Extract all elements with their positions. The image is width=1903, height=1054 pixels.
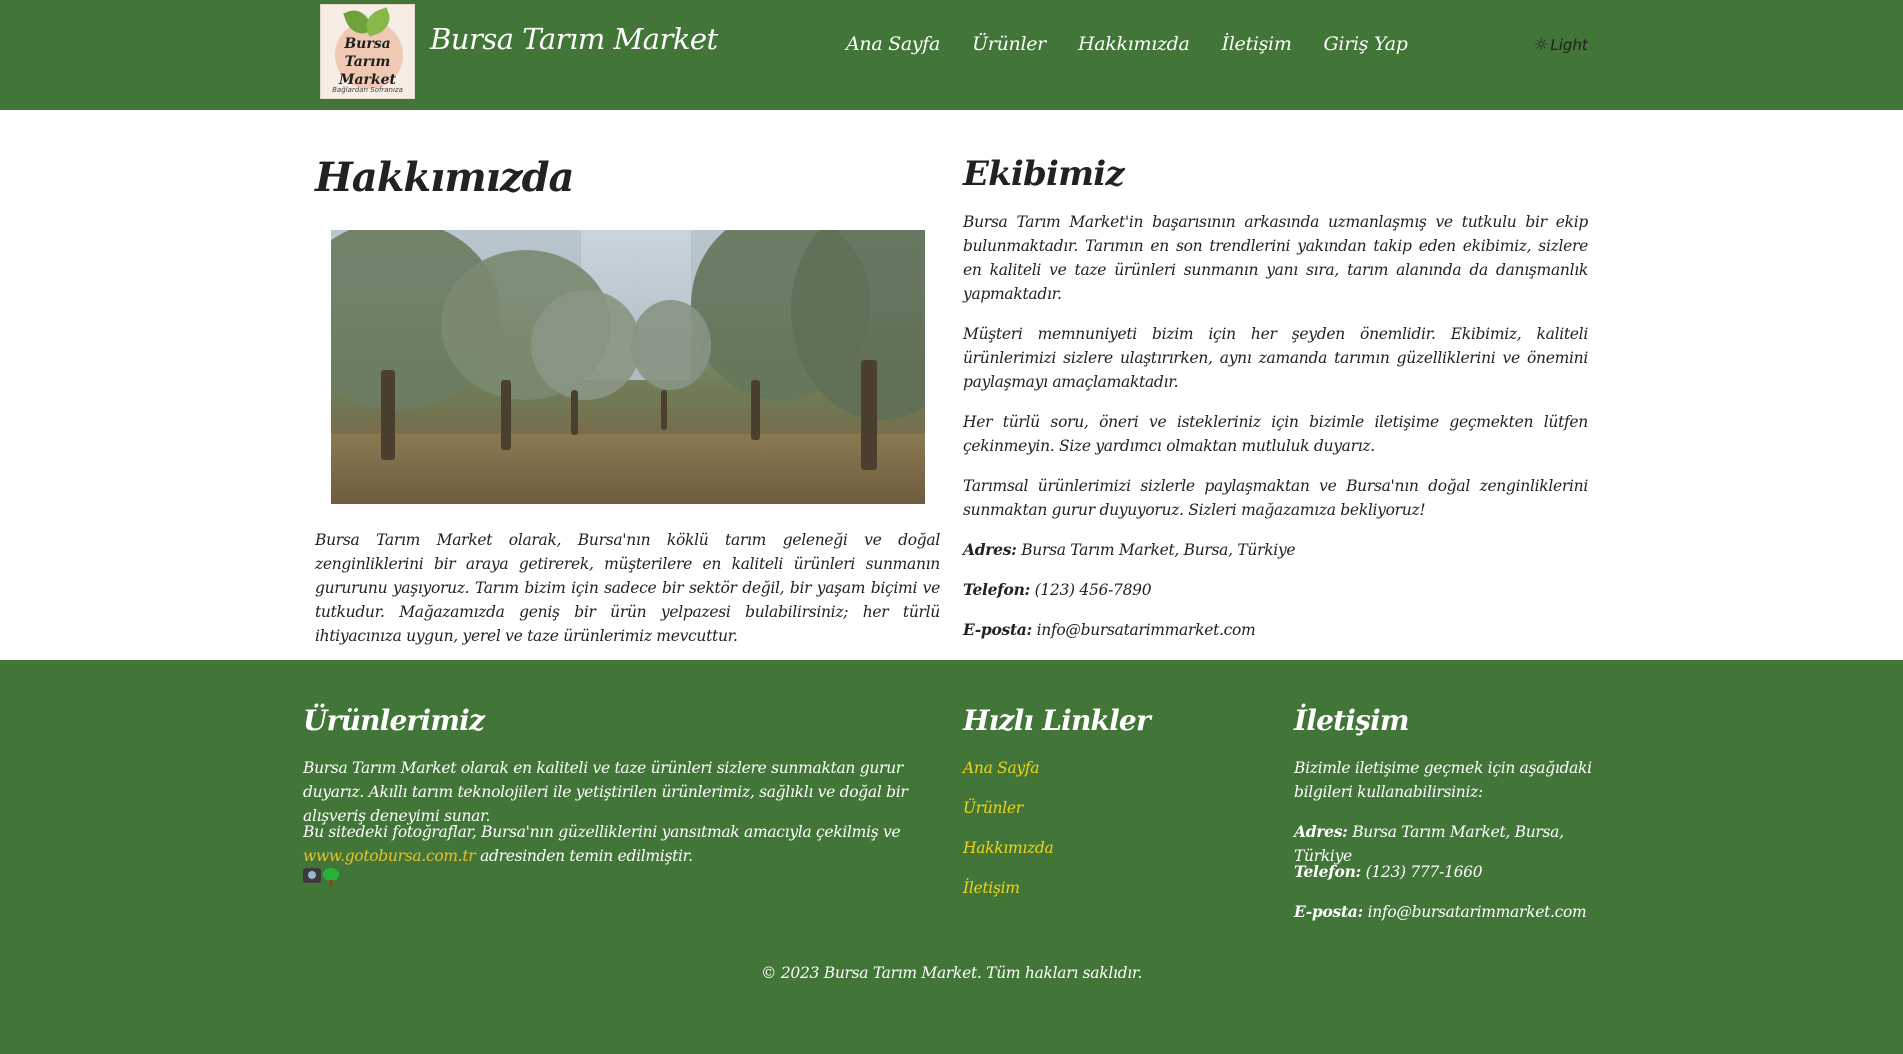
footer-products-title: Ürünlerimiz: [303, 704, 485, 737]
copyright-text: © 2023 Bursa Tarım Market. Tüm hakları s…: [761, 964, 1142, 982]
email-value: info@bursatarimmarket.com: [1036, 621, 1256, 639]
footer-quicklinks-title: Hızlı Linkler: [963, 704, 1151, 737]
footer-phone-label: Telefon:: [1294, 862, 1361, 881]
footer-products-text: Bursa Tarım Market olarak en kaliteli ve…: [303, 759, 908, 825]
team-section: Bursa Tarım Market'in başarısının arkası…: [963, 210, 1588, 658]
phone-label: Telefon:: [963, 580, 1030, 599]
photo-ground: [331, 434, 925, 504]
footer-quicklinks: Ana Sayfa Ürünler Hakkımızda İletişim: [963, 756, 1054, 900]
footer-email-label: E-posta:: [1294, 902, 1363, 921]
main-nav: Ana Sayfa Ürünler Hakkımızda İletişim Gi…: [846, 33, 1408, 55]
footer-emoji-row: [303, 868, 339, 886]
photo-trunk: [381, 370, 395, 460]
photo-trunk: [751, 380, 760, 440]
footer-email-value: info@bursatarimmarket.com: [1367, 903, 1587, 921]
camera-icon: [303, 868, 321, 883]
footer-address-label: Adres:: [1294, 822, 1348, 841]
tree-icon: [323, 868, 339, 886]
nav-login[interactable]: Giriş Yap: [1324, 33, 1408, 55]
team-title: Ekibimiz: [963, 154, 1125, 194]
footer-link-contact[interactable]: İletişim: [963, 876, 1054, 900]
address-label: Adres:: [963, 540, 1017, 559]
team-paragraph: Bursa Tarım Market'in başarısının arkası…: [963, 213, 1588, 303]
nav-about[interactable]: Hakkımızda: [1078, 33, 1190, 55]
site-logo[interactable]: Bursa Tarım Market Bağlardan Sofranıza: [320, 4, 415, 99]
footer-photo-note: Bu sitedeki fotoğraflar, Bursa'nın güzel…: [303, 820, 933, 868]
about-title: Hakkımızda: [315, 154, 574, 201]
photo-trunk: [501, 380, 511, 450]
footer-contact-email: E-posta: info@bursatarimmarket.com: [1294, 900, 1614, 924]
nav-home[interactable]: Ana Sayfa: [846, 33, 940, 55]
team-paragraph: Her türlü soru, öneri ve istekleriniz iç…: [963, 413, 1588, 455]
logo-text: Bursa Tarım Market: [323, 35, 412, 89]
team-paragraph: Tarımsal ürünlerimizi sizlerle paylaşmak…: [963, 477, 1588, 519]
site-title[interactable]: Bursa Tarım Market: [430, 22, 718, 56]
photo-trunk: [661, 390, 667, 430]
footer-phone-value: (123) 777-1660: [1365, 863, 1483, 881]
team-phone: Telefon: (123) 456-7890: [963, 578, 1588, 602]
gotobursa-link[interactable]: www.gotobursa.com.tr: [303, 847, 476, 865]
photo-note-before: Bu sitedeki fotoğraflar, Bursa'nın güzel…: [303, 823, 901, 841]
theme-toggle-button[interactable]: ☼ Light: [1534, 35, 1588, 54]
site-footer: Ürünlerimiz Bursa Tarım Market olarak en…: [0, 660, 1903, 1054]
main-content: Hakkımızda Bursa Tarım Market olarak, Bu…: [0, 110, 1903, 660]
footer-contact-title: İletişim: [1294, 704, 1410, 737]
footer-link-products[interactable]: Ürünler: [963, 796, 1054, 820]
olive-grove-photo: [331, 230, 925, 504]
phone-value: (123) 456-7890: [1034, 581, 1152, 599]
team-address: Adres: Bursa Tarım Market, Bursa, Türkiy…: [963, 538, 1588, 562]
sun-icon: ☼: [1534, 35, 1549, 54]
photo-tree: [531, 290, 641, 400]
photo-trunk: [571, 390, 578, 435]
footer-link-about[interactable]: Hakkımızda: [963, 836, 1054, 860]
footer-contact-intro: Bizimle iletişime geçmek için aşağıdaki …: [1294, 759, 1592, 801]
team-email: E-posta: info@bursatarimmarket.com: [963, 618, 1588, 642]
logo-line-1: Bursa Tarım: [344, 36, 391, 70]
team-paragraph: Müşteri memnuniyeti bizim için her şeyde…: [963, 325, 1588, 391]
photo-trunk: [861, 360, 877, 470]
footer-contact-phone: Telefon: (123) 777-1660: [1294, 860, 1614, 884]
about-text: Bursa Tarım Market olarak, Bursa'nın kök…: [315, 531, 940, 645]
photo-tree: [631, 300, 711, 390]
theme-toggle-label: Light: [1550, 35, 1588, 54]
email-label: E-posta:: [963, 620, 1032, 639]
address-value: Bursa Tarım Market, Bursa, Türkiye: [1021, 541, 1296, 559]
nav-products[interactable]: Ürünler: [972, 33, 1046, 55]
nav-contact[interactable]: İletişim: [1222, 33, 1292, 55]
logo-tagline: Bağlardan Sofranıza: [332, 86, 403, 94]
photo-note-after: adresinden temin edilmiştir.: [480, 847, 693, 865]
footer-link-home[interactable]: Ana Sayfa: [963, 756, 1054, 780]
site-header: Bursa Tarım Market Bağlardan Sofranıza B…: [0, 0, 1903, 110]
